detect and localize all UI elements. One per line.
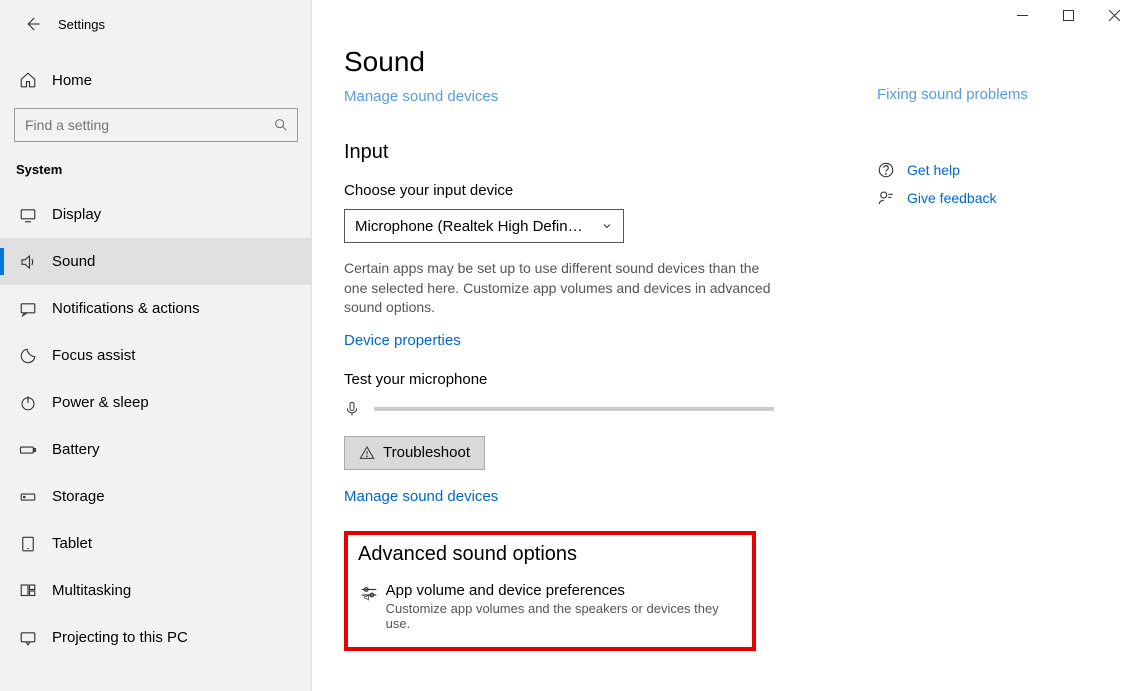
search-wrap bbox=[0, 100, 311, 142]
troubleshoot-label: Troubleshoot bbox=[383, 444, 470, 461]
get-help-link[interactable]: Get help bbox=[907, 162, 960, 178]
feedback-icon bbox=[877, 189, 907, 207]
monitor-icon bbox=[16, 206, 40, 224]
nav-storage[interactable]: Storage bbox=[0, 473, 311, 520]
search-box[interactable] bbox=[14, 108, 298, 142]
feedback-row[interactable]: Give feedback bbox=[877, 189, 1117, 207]
battery-icon bbox=[16, 441, 40, 459]
multitask-icon bbox=[16, 582, 40, 600]
input-heading: Input bbox=[344, 141, 854, 164]
sidebar: Settings Home System Display Sound Notif… bbox=[0, 0, 312, 691]
test-mic-label: Test your microphone bbox=[344, 371, 854, 388]
device-properties-link[interactable]: Device properties bbox=[344, 332, 461, 349]
nav-label: Display bbox=[52, 206, 101, 223]
close-icon bbox=[1109, 10, 1120, 21]
input-description: Certain apps may be set up to use differ… bbox=[344, 259, 784, 318]
nav-label: Tablet bbox=[52, 535, 92, 552]
nav-label: Storage bbox=[52, 488, 105, 505]
back-button[interactable] bbox=[12, 4, 52, 44]
nav-tablet[interactable]: Tablet bbox=[0, 520, 311, 567]
content-scroll: Manage sound devices Input Choose your i… bbox=[312, 86, 1137, 691]
search-icon bbox=[273, 117, 289, 133]
app-volume-item[interactable]: App volume and device preferences Custom… bbox=[358, 582, 742, 631]
advanced-highlight-box: Advanced sound options App volume and de… bbox=[344, 531, 756, 651]
nav-label: Battery bbox=[52, 441, 100, 458]
category-label: System bbox=[0, 142, 311, 185]
storage-icon bbox=[16, 488, 40, 506]
manage-devices-top-link[interactable]: Manage sound devices bbox=[344, 88, 498, 105]
home-label: Home bbox=[52, 72, 92, 89]
nav-battery[interactable]: Battery bbox=[0, 426, 311, 473]
moon-icon bbox=[16, 347, 40, 365]
adv-item-title: App volume and device preferences bbox=[386, 582, 742, 599]
speaker-icon bbox=[16, 253, 40, 271]
nav-label: Notifications & actions bbox=[52, 300, 200, 317]
minimize-button[interactable] bbox=[999, 0, 1045, 30]
nav-sound[interactable]: Sound bbox=[0, 238, 311, 285]
arrow-left-icon bbox=[23, 15, 41, 33]
chevron-down-icon bbox=[601, 220, 613, 232]
nav-label: Projecting to this PC bbox=[52, 629, 188, 646]
troubleshoot-button[interactable]: Troubleshoot bbox=[344, 436, 485, 470]
nav-multitasking[interactable]: Multitasking bbox=[0, 567, 311, 614]
warning-icon bbox=[359, 445, 375, 461]
main-column: Manage sound devices Input Choose your i… bbox=[344, 86, 854, 651]
home-icon bbox=[16, 71, 40, 89]
maximize-icon bbox=[1063, 10, 1074, 21]
chat-icon bbox=[16, 300, 40, 318]
nav-notifications[interactable]: Notifications & actions bbox=[0, 285, 311, 332]
nav-label: Focus assist bbox=[52, 347, 135, 364]
nav-projecting[interactable]: Projecting to this PC bbox=[0, 614, 311, 661]
project-icon bbox=[16, 629, 40, 647]
nav-label: Multitasking bbox=[52, 582, 131, 599]
fix-sound-link[interactable]: Fixing sound problems bbox=[877, 86, 1028, 103]
advanced-heading: Advanced sound options bbox=[358, 543, 742, 566]
nav-home[interactable]: Home bbox=[0, 60, 311, 100]
right-column: Fixing sound problems Get help Give feed… bbox=[877, 86, 1117, 207]
close-button[interactable] bbox=[1091, 0, 1137, 30]
input-device-dropdown[interactable]: Microphone (Realtek High Definitio... bbox=[344, 209, 624, 243]
input-device-value: Microphone (Realtek High Definitio... bbox=[355, 218, 585, 235]
nav-focus-assist[interactable]: Focus assist bbox=[0, 332, 311, 379]
nav-label: Power & sleep bbox=[52, 394, 149, 411]
nav-list: Display Sound Notifications & actions Fo… bbox=[0, 191, 311, 661]
mic-level-bar bbox=[374, 407, 774, 411]
manage-devices-link[interactable]: Manage sound devices bbox=[344, 488, 498, 505]
feedback-link[interactable]: Give feedback bbox=[907, 190, 997, 206]
window-controls bbox=[999, 0, 1137, 30]
search-input[interactable] bbox=[15, 117, 297, 133]
minimize-icon bbox=[1017, 10, 1028, 21]
help-icon bbox=[877, 161, 907, 179]
nav-power-sleep[interactable]: Power & sleep bbox=[0, 379, 311, 426]
microphone-icon bbox=[344, 398, 360, 420]
app-title: Settings bbox=[58, 17, 105, 32]
topbar: Settings bbox=[0, 0, 311, 48]
power-icon bbox=[16, 394, 40, 412]
get-help-row[interactable]: Get help bbox=[877, 161, 1117, 179]
mic-test-row bbox=[344, 398, 854, 420]
choose-input-label: Choose your input device bbox=[344, 182, 854, 199]
maximize-button[interactable] bbox=[1045, 0, 1091, 30]
nav-display[interactable]: Display bbox=[0, 191, 311, 238]
sliders-icon bbox=[358, 584, 386, 631]
main-area: Sound Manage sound devices Input Choose … bbox=[312, 0, 1137, 691]
tablet-icon bbox=[16, 535, 40, 553]
adv-item-desc: Customize app volumes and the speakers o… bbox=[386, 601, 742, 631]
nav-label: Sound bbox=[52, 253, 95, 270]
